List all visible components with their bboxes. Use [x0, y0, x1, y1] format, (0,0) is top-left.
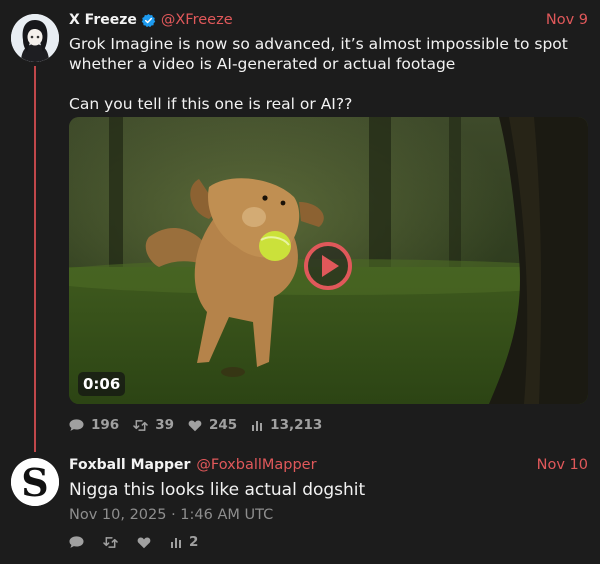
view-count: 13,213 — [270, 417, 323, 433]
reply-count: 196 — [91, 417, 120, 433]
retweet-icon — [133, 419, 148, 431]
user-handle[interactable]: @XFreeze — [161, 12, 233, 28]
avatar[interactable]: S — [11, 458, 59, 506]
tweet-timestamp: Nov 10, 2025 · 1:46 AM UTC — [69, 507, 274, 523]
comment-icon — [69, 536, 84, 548]
reply-button[interactable]: 196 — [69, 417, 119, 433]
display-name[interactable]: Foxball Mapper — [69, 457, 190, 473]
tweet-date[interactable]: Nov 10 — [537, 457, 588, 473]
retweet-count: 39 — [155, 417, 174, 433]
retweet-icon — [103, 536, 118, 548]
tweet-text: Grok Imagine is now so advanced, it’s al… — [69, 34, 580, 114]
view-count: 2 — [189, 534, 199, 550]
display-name[interactable]: X Freeze — [69, 12, 137, 28]
avatar-anime-figure-icon — [11, 14, 59, 62]
svg-text:S: S — [21, 460, 48, 505]
retweet-button[interactable] — [103, 536, 125, 549]
like-button[interactable] — [137, 536, 158, 549]
like-count: 245 — [208, 417, 238, 433]
heart-icon — [137, 536, 151, 548]
thread-connector-line — [34, 66, 36, 452]
tweet-stats: 2 — [69, 534, 210, 550]
like-button[interactable]: 245 — [188, 417, 237, 433]
heart-icon — [188, 419, 202, 431]
avatar[interactable] — [11, 14, 59, 62]
avatar-letter-s-icon: S — [11, 458, 59, 506]
tweet-stats: 196 39 245 13,213 — [69, 417, 336, 433]
user-handle[interactable]: @FoxballMapper — [196, 457, 316, 473]
play-button[interactable] — [303, 241, 353, 291]
video-player[interactable]: 0:06 — [69, 117, 588, 404]
bar-chart-icon — [252, 421, 263, 431]
comment-icon — [69, 419, 84, 431]
bar-chart-icon — [171, 538, 181, 548]
tweet-header: Foxball Mapper @FoxballMapper Nov 10 — [69, 455, 588, 475]
tweet-header: X Freeze @XFreeze Nov 9 — [69, 10, 588, 30]
video-duration: 0:06 — [78, 372, 126, 396]
retweet-button[interactable]: 39 — [133, 417, 174, 433]
reply-button[interactable] — [69, 535, 91, 549]
tweet-date[interactable]: Nov 9 — [546, 12, 588, 28]
views-indicator[interactable]: 2 — [170, 534, 198, 550]
play-icon — [304, 242, 352, 290]
tweet-text-line: Grok Imagine is now so advanced, it’s al… — [69, 35, 568, 73]
views-indicator[interactable]: 13,213 — [251, 417, 322, 433]
verified-badge-icon — [141, 13, 156, 28]
tweet-text-line: Can you tell if this one is real or AI?? — [69, 95, 353, 113]
tweet-text: Nigga this looks like actual dogshit — [69, 480, 366, 500]
